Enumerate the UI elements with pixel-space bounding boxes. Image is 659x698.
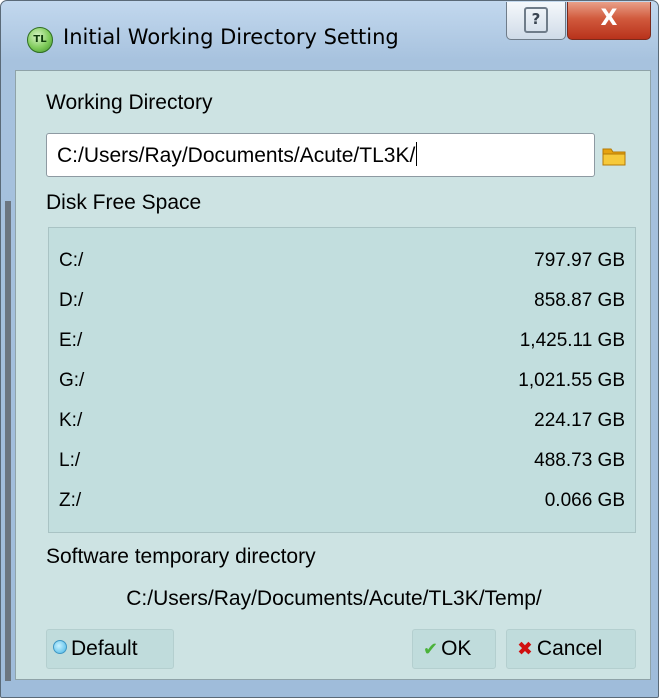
disk-free-space-list: C:/ 797.97 GB D:/ 858.87 GB E:/ 1,425.11… [48,227,636,533]
window-frame-edge [5,201,11,681]
drive-name: D:/ [59,290,84,311]
checkmark-icon: ✔ [423,639,439,660]
ok-button-label: OK [441,637,472,660]
default-button[interactable]: Default [46,629,174,669]
list-item: D:/ 858.87 GB [49,284,635,320]
drive-name: L:/ [59,450,81,471]
cancel-button-label: Cancel [536,637,603,660]
disk-free-space-label: Disk Free Space [46,191,202,214]
temp-directory-label: Software temporary directory [46,545,316,568]
list-item: Z:/ 0.066 GB [49,484,635,520]
dialog-window: TL Initial Working Directory Setting ? X… [0,0,659,698]
temp-directory-path: C:/Users/Ray/Documents/Acute/TL3K/Temp/ [126,587,542,610]
drive-free-space: 1,425.11 GB [519,330,625,351]
window-title: Initial Working Directory Setting [63,25,399,49]
close-icon: X [600,6,618,31]
browse-folder-button[interactable] [593,135,635,177]
working-directory-value: C:/Users/Ray/Documents/Acute/TL3K/ [57,144,416,167]
drive-name: K:/ [59,410,83,431]
list-item: G:/ 1,021.55 GB [49,364,635,400]
drive-free-space: 797.97 GB [534,250,625,271]
folder-icon [602,148,626,166]
cancel-x-icon: ✖ [517,638,533,660]
cancel-button[interactable]: ✖ Cancel [506,629,636,669]
drive-free-space: 0.066 GB [544,490,625,511]
list-item: K:/ 224.17 GB [49,404,635,440]
drive-free-space: 224.17 GB [534,410,625,431]
working-directory-label: Working Directory [46,91,213,114]
drive-free-space: 858.87 GB [534,290,625,311]
radio-dot-icon [53,640,67,654]
text-caret [416,142,418,166]
list-item: L:/ 488.73 GB [49,444,635,480]
app-logo-icon: TL [27,27,53,53]
list-item: C:/ 797.97 GB [49,244,635,280]
dialog-content: Working Directory C:/Users/Ray/Documents… [15,70,651,680]
question-mark-icon: ? [524,7,548,33]
title-bar[interactable]: TL Initial Working Directory Setting ? X [1,1,658,69]
close-button[interactable]: X [567,2,651,40]
drive-free-space: 1,021.55 GB [518,370,625,391]
list-item: E:/ 1,425.11 GB [49,324,635,360]
drive-name: Z:/ [59,490,82,511]
help-button[interactable]: ? [506,2,566,40]
working-directory-input[interactable]: C:/Users/Ray/Documents/Acute/TL3K/ [46,133,595,177]
drive-name: C:/ [59,250,84,271]
default-button-label: Default [71,637,138,660]
drive-free-space: 488.73 GB [534,450,625,471]
ok-button[interactable]: ✔ OK [412,629,496,669]
drive-name: E:/ [59,330,83,351]
drive-name: G:/ [59,370,85,391]
